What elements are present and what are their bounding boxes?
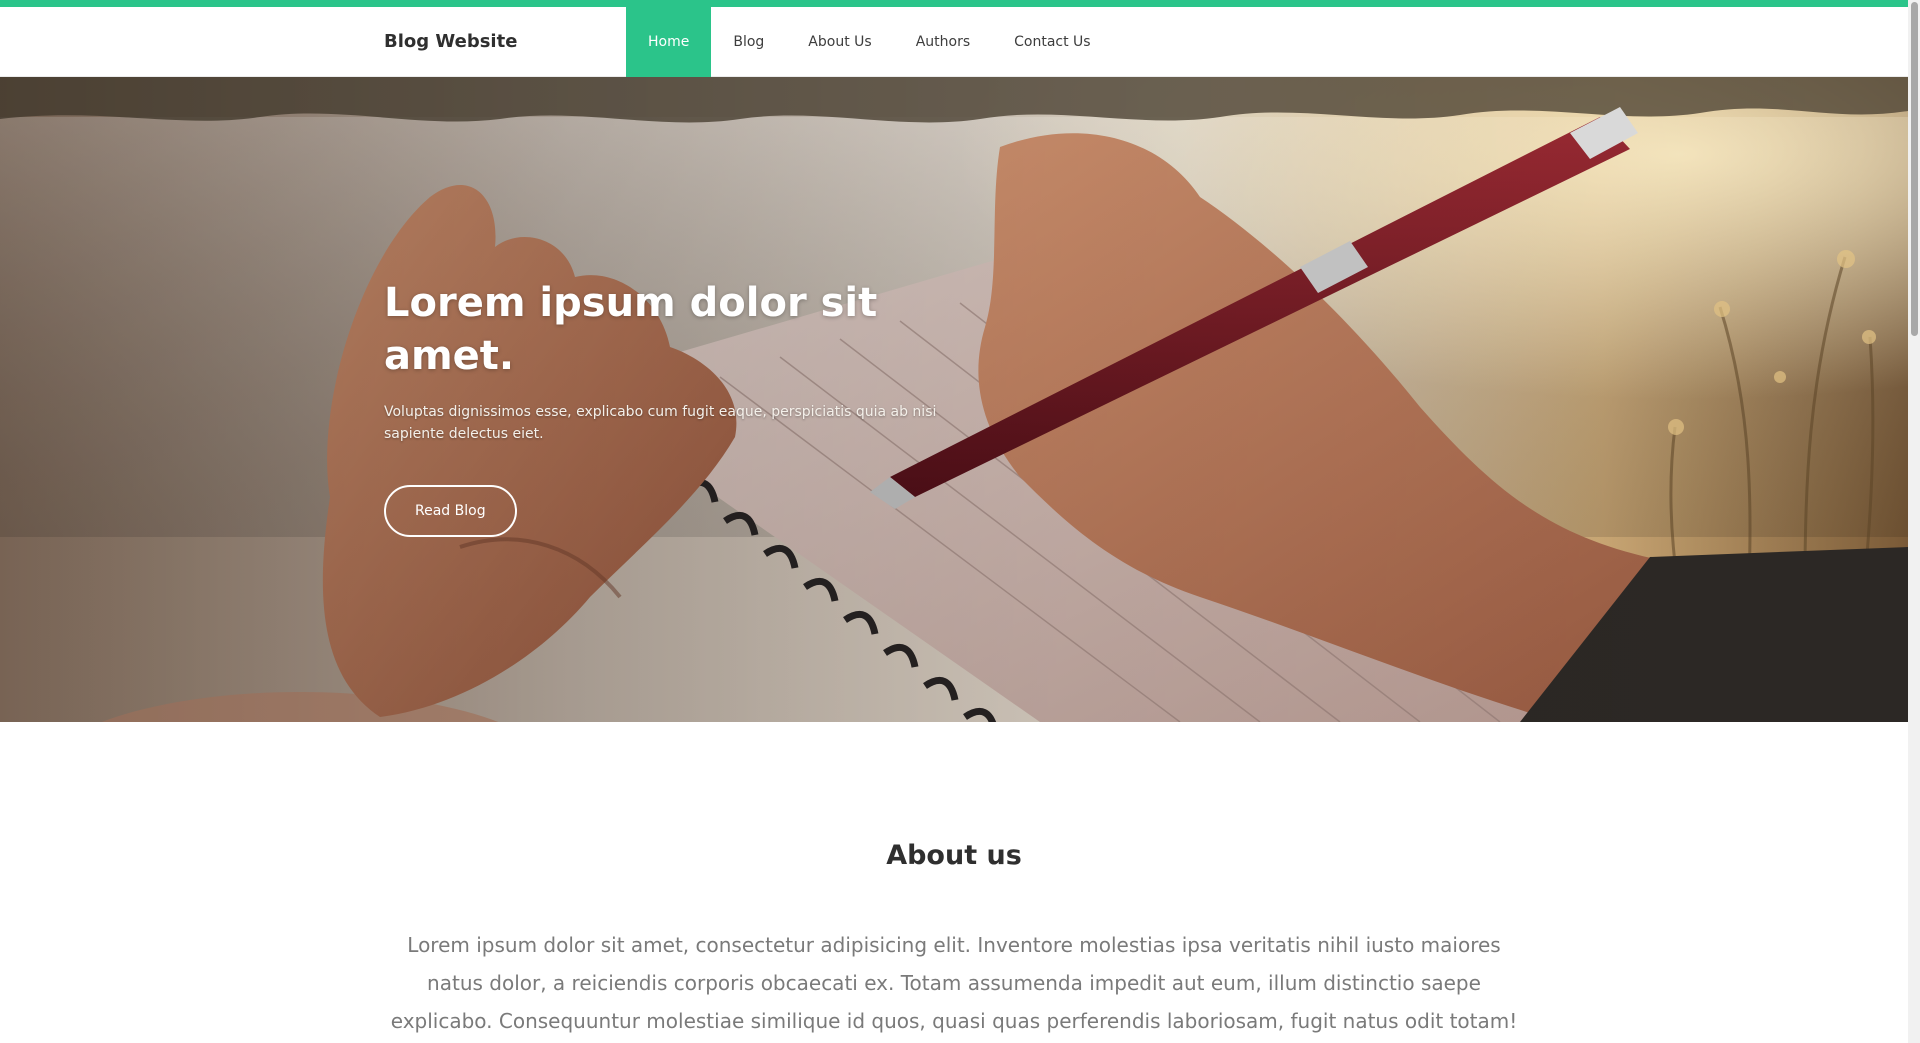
nav-menu: Home Blog About Us Authors Contact Us <box>626 7 1113 77</box>
hero-description: Voluptas dignissimos esse, explicabo cum… <box>384 404 937 442</box>
about-text: Lorem ipsum dolor sit amet, consectetur … <box>390 933 1518 1033</box>
site-brand[interactable]: Blog Website <box>384 7 517 77</box>
hero-title: Lorem ipsum dolor sit amet. <box>384 280 878 379</box>
hero-overlay <box>0 77 1908 722</box>
nav-link-blog[interactable]: Blog <box>711 7 786 77</box>
page: Blog Website Home Blog About Us Authors … <box>0 0 1920 1043</box>
top-accent-bar <box>0 0 1908 7</box>
scrollbar-thumb[interactable] <box>1911 2 1918 336</box>
nav-link-about-us[interactable]: About Us <box>786 7 893 77</box>
hero-content: Lorem ipsum dolor sit amet. Voluptas dig… <box>384 277 944 537</box>
nav-link-contact-us[interactable]: Contact Us <box>992 7 1112 77</box>
read-blog-button[interactable]: Read Blog <box>384 485 517 537</box>
nav-link-home[interactable]: Home <box>626 7 712 77</box>
about-title: About us <box>886 840 1022 871</box>
nav-link-authors[interactable]: Authors <box>894 7 992 77</box>
navbar: Blog Website Home Blog About Us Authors … <box>0 7 1908 77</box>
hero-section: Lorem ipsum dolor sit amet. Voluptas dig… <box>0 77 1908 722</box>
about-section: About us Lorem ipsum dolor sit amet, con… <box>0 722 1908 1043</box>
